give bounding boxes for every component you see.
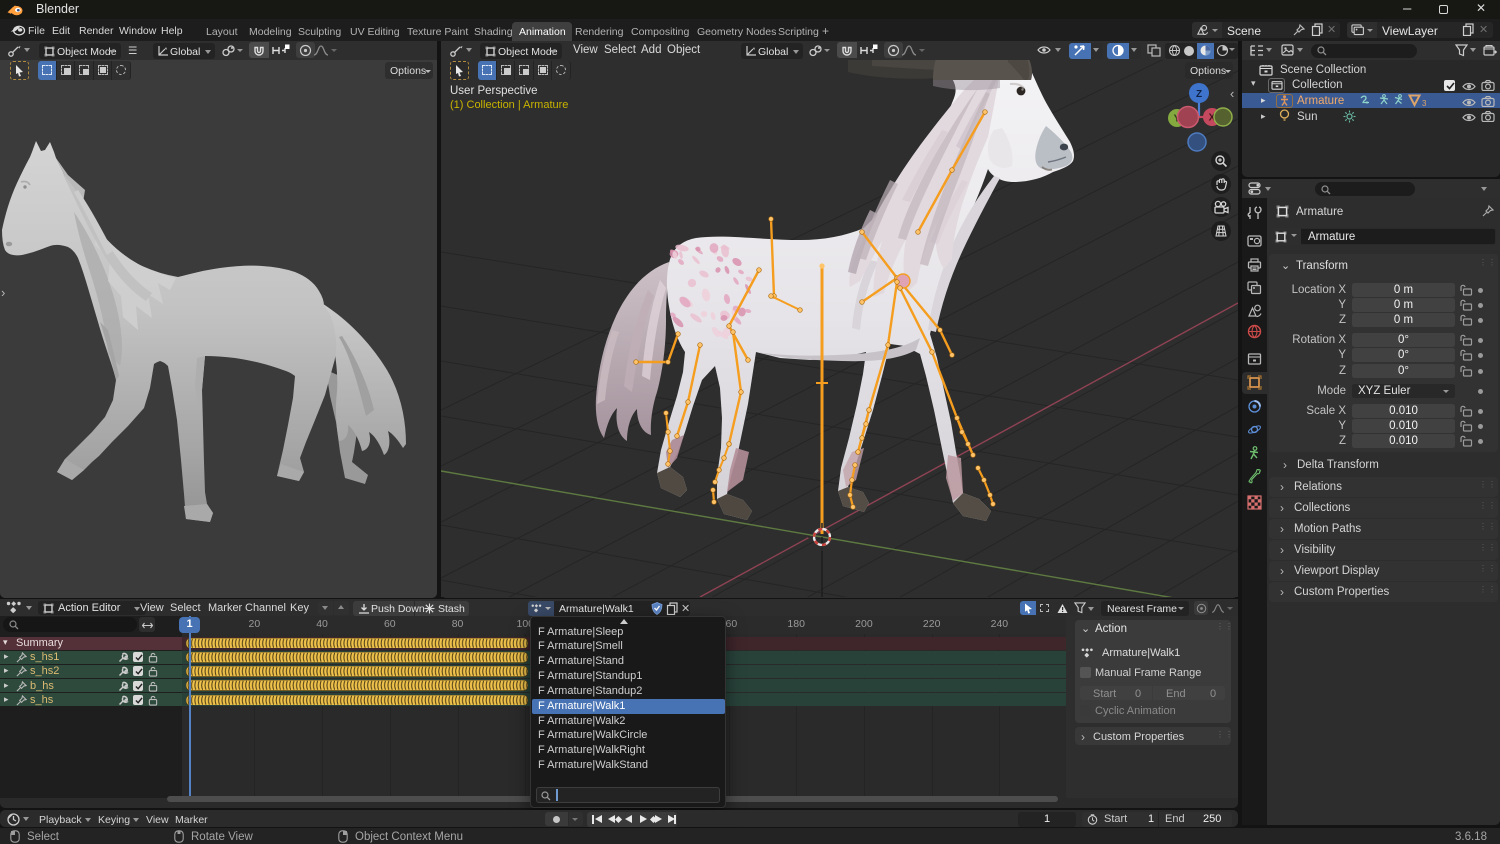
svg-text:Z: Z <box>1196 89 1202 100</box>
